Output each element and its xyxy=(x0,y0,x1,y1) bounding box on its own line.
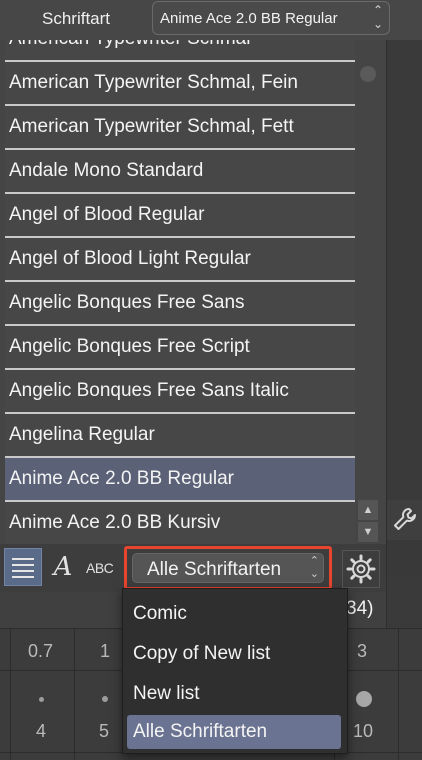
gear-icon[interactable] xyxy=(342,550,380,588)
brush-size-dot xyxy=(39,697,44,702)
brush-size-value[interactable]: 0.7 xyxy=(28,641,53,662)
font-list-item[interactable]: American Typewriter Schmal, Fein xyxy=(5,62,355,106)
brush-size-value[interactable]: 3 xyxy=(357,641,367,662)
font-list-item[interactable]: Angel of Blood Regular xyxy=(5,194,355,238)
abc-view-button[interactable]: ABC xyxy=(86,560,114,576)
font-list-item[interactable]: Andale Mono Standard xyxy=(5,150,355,194)
font-label: Schriftart xyxy=(42,9,111,28)
brush-size-dot xyxy=(102,696,108,702)
font-list-item[interactable]: American Typewriter Schmal, Fett xyxy=(5,106,355,150)
brush-size-dot xyxy=(356,691,372,707)
menu-item-alle-schriftarten[interactable]: Alle Schriftarten xyxy=(127,715,341,749)
font-set-select-value: Alle Schriftarten xyxy=(147,559,282,580)
script-a-icon[interactable]: A xyxy=(46,550,80,584)
font-select[interactable]: Anime Ace 2.0 BB Regular ⌃ ⌄ xyxy=(152,1,390,35)
font-list-item[interactable]: Angelic Bonques Free Sans Italic xyxy=(5,370,355,414)
grid-line xyxy=(10,628,11,760)
scroll-down-button[interactable]: ▼ xyxy=(358,522,378,542)
chevron-up-down-icon: ⌃ ⌄ xyxy=(372,3,383,31)
font-select-value: Anime Ace 2.0 BB Regular xyxy=(160,10,338,27)
list-icon xyxy=(12,558,34,578)
menu-item-new-list[interactable]: New list xyxy=(127,677,341,711)
font-set-menu: Comic Copy of New list New list Alle Sch… xyxy=(122,588,348,754)
font-set-select[interactable]: Alle Schriftarten ⌃ ⌄ xyxy=(132,553,324,583)
wrench-icon[interactable] xyxy=(392,506,418,532)
font-list-item[interactable]: Angelic Bonques Free Sans xyxy=(5,282,355,326)
menu-item-comic[interactable]: Comic xyxy=(127,597,341,631)
font-set-select-highlight: Alle Schriftarten ⌃ ⌄ xyxy=(124,546,332,590)
brush-size-value[interactable]: 1 xyxy=(100,641,110,662)
list-view-button[interactable] xyxy=(4,548,42,586)
font-list-item-selected[interactable]: Anime Ace 2.0 BB Regular xyxy=(5,458,355,502)
font-list-item[interactable]: American Typewriter Schmal xyxy=(5,40,355,62)
scroll-up-button[interactable]: ▲ xyxy=(358,500,378,520)
chevron-up-down-icon: ⌃ ⌄ xyxy=(309,555,319,580)
font-list-item[interactable]: Angel of Blood Light Regular xyxy=(5,238,355,282)
brush-size-value[interactable]: 10 xyxy=(353,721,373,742)
font-count-text: 34) xyxy=(346,598,374,619)
menu-item-copy-of-new-list[interactable]: Copy of New list xyxy=(127,637,341,671)
font-list[interactable]: American Typewriter Schmal American Type… xyxy=(5,40,355,544)
grid-line xyxy=(74,628,75,760)
brush-size-value[interactable]: 4 xyxy=(36,721,46,742)
brush-size-value[interactable]: 5 xyxy=(99,721,109,742)
scrollbar-thumb[interactable] xyxy=(360,66,376,82)
font-list-item[interactable]: Anime Ace 2.0 BB Kursiv xyxy=(5,502,355,544)
grid-line xyxy=(398,628,399,760)
font-list-item[interactable]: Angelic Bonques Free Script xyxy=(5,326,355,370)
font-list-item[interactable]: Angelina Regular xyxy=(5,414,355,458)
